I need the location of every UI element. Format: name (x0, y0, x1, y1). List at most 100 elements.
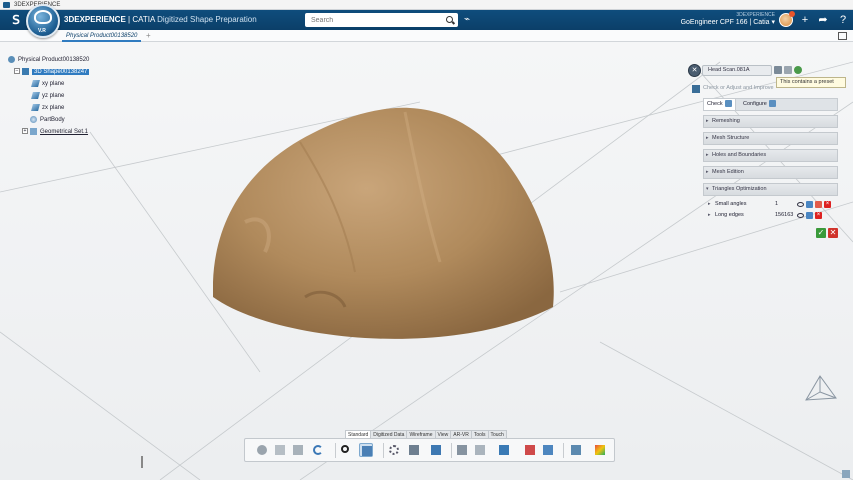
view-orientation-icon[interactable] (800, 370, 840, 410)
color-cube-icon[interactable] (593, 443, 607, 457)
window-titlebar: 3DEXPERIENCE (0, 0, 853, 10)
section-triangles-optimization[interactable]: Triangles Optimization (703, 183, 838, 196)
user-block[interactable]: 3DEXPERIENCE GoEngineer CPF 166 | Catia … (675, 12, 775, 26)
plane-icon (31, 91, 40, 99)
notification-badge (789, 11, 795, 17)
dassault-logo-icon[interactable]: ꓢ (6, 12, 26, 28)
viewport-slider-handle[interactable] (141, 456, 143, 468)
check-improve-field[interactable]: Check or Adjust and Improve (703, 83, 775, 94)
tree-item-yz-plane[interactable]: yz plane (31, 91, 65, 101)
compass-icon[interactable]: V.R (26, 4, 60, 38)
add-icon[interactable]: + (798, 13, 812, 27)
select-icon[interactable] (359, 443, 373, 457)
delete-icon[interactable]: × (824, 201, 831, 208)
tree-item-partbody[interactable]: PartBody (30, 115, 65, 125)
tag-icon[interactable]: ⌁ (464, 14, 470, 26)
paste-icon[interactable] (291, 443, 305, 457)
mesh-selection-field[interactable]: Head Scan.081A (702, 65, 772, 76)
mesh-tool-icon[interactable] (407, 443, 421, 457)
section-icon[interactable] (455, 443, 469, 457)
section-remeshing[interactable]: Remeshing (703, 115, 838, 128)
tree-item-label: 3D Shape00138247 (32, 69, 90, 75)
add-point-icon[interactable] (523, 443, 537, 457)
tree-item-3d-shape[interactable]: − 3D Shape00138247 (14, 67, 90, 77)
add-tab-button[interactable]: + (146, 30, 151, 42)
expander-icon[interactable]: + (22, 128, 28, 135)
zoom-icon[interactable] (339, 443, 353, 457)
row-long-edges[interactable]: Long edges 156163 × (703, 210, 838, 221)
tree-item-geometrical-set[interactable]: + Geometrical Set.1 (22, 127, 88, 137)
status-icon[interactable] (842, 470, 850, 478)
tree-item-label: PartBody (40, 117, 65, 123)
home-icon[interactable] (692, 85, 700, 93)
compass-ring (34, 10, 52, 24)
section-tabs: Standard Digitized Data Wireframe View AR-VR… (345, 429, 507, 439)
add-icon[interactable] (815, 201, 822, 208)
move-icon[interactable] (806, 201, 813, 208)
analysis-icon[interactable] (569, 443, 583, 457)
tab-check[interactable]: Check (704, 99, 736, 110)
tree-item-label: zx plane (42, 105, 65, 111)
snap-icon[interactable] (541, 443, 555, 457)
tree-item-xy-plane[interactable]: xy plane (31, 79, 65, 89)
tab-physical-product[interactable]: Physical Product00138520 (62, 30, 142, 42)
row-label: Long edges (715, 212, 744, 218)
action-bar (244, 438, 615, 462)
panel-header: ✕ Head Scan.081A (688, 64, 802, 77)
top-bar: ꓢ 3DEXPERIENCE | CATIA Digitized Shape P… (0, 10, 853, 30)
undo-icon[interactable] (311, 443, 325, 457)
row-small-angles[interactable]: Small angles 1 × (703, 199, 838, 210)
tooltip: This contains a preset (776, 77, 846, 88)
cut-icon[interactable] (255, 443, 269, 457)
row-value: 156163 (775, 212, 794, 218)
measure-icon[interactable] (429, 443, 443, 457)
maximize-icon[interactable] (838, 32, 847, 40)
share-icon[interactable]: ➦ (816, 13, 830, 27)
capture-icon[interactable] (497, 443, 511, 457)
eye-icon[interactable] (797, 213, 804, 218)
search-box[interactable] (305, 13, 458, 27)
brand-app: | CATIA (125, 15, 158, 24)
section-holes-boundaries[interactable]: Holes and Boundaries (703, 149, 838, 162)
check-icon (724, 100, 732, 108)
section-mesh-edition[interactable]: Mesh Edition (703, 166, 838, 179)
user-name[interactable]: GoEngineer CPF 166 | Catia ▾ (675, 18, 775, 26)
section-mesh-structure[interactable]: Mesh Structure (703, 132, 838, 145)
row-label: Small angles (715, 201, 747, 207)
delete-icon[interactable]: × (815, 212, 822, 219)
app-window-icon (3, 2, 10, 8)
row-icons: × (797, 201, 833, 209)
tree-item-label: yz plane (42, 93, 65, 99)
cancel-button[interactable]: ✕ (828, 228, 838, 238)
copy-icon[interactable] (273, 443, 287, 457)
plane-icon (31, 103, 40, 111)
gear-icon[interactable] (387, 443, 401, 457)
product-icon (8, 55, 15, 63)
expander-icon[interactable]: − (14, 68, 20, 75)
search-input[interactable] (305, 13, 435, 27)
tree-item-zx-plane[interactable]: zx plane (31, 103, 65, 113)
tree-item-label: Physical Product00138520 (18, 57, 90, 63)
refresh-icon[interactable] (794, 66, 802, 74)
shape-icon (22, 67, 29, 75)
tree-item-label: xy plane (42, 81, 65, 87)
grid-icon[interactable] (473, 443, 487, 457)
compass-label: V.R (38, 28, 46, 34)
ok-button[interactable]: ✓ (816, 228, 826, 238)
scanned-mesh-shape[interactable] (205, 102, 565, 342)
row-value: 1 (775, 201, 779, 207)
help-icon[interactable]: ? (836, 13, 850, 27)
tree-item-label: Geometrical Set.1 (40, 129, 89, 135)
tree-item-physical-product[interactable]: Physical Product00138520 (8, 55, 89, 65)
move-icon[interactable] (806, 212, 813, 219)
search-icon[interactable] (446, 16, 453, 23)
app-title: 3DEXPERIENCE | CATIA Digitized Shape Pre… (64, 15, 257, 25)
eye-icon[interactable] (797, 202, 804, 207)
mesh-select-icon[interactable]: ✕ (688, 64, 701, 77)
plane-icon (31, 79, 40, 87)
app-name: Digitized Shape Preparation (157, 15, 257, 24)
partbody-icon (30, 115, 37, 123)
tab-configure[interactable]: Configure (740, 99, 779, 110)
lock-icon[interactable] (774, 66, 782, 74)
settings-icon[interactable] (784, 66, 792, 74)
